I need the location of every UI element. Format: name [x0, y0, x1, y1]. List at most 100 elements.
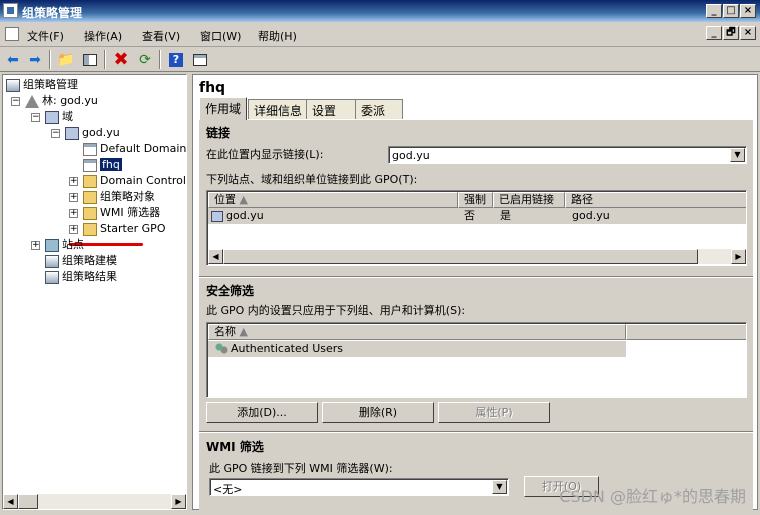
list-item[interactable]: Authenticated Users — [208, 341, 626, 357]
wmi-description: 此 GPO 链接到下列 WMI 筛选器(W): — [209, 462, 393, 475]
tree-forest[interactable]: 林: god.yu — [25, 93, 98, 108]
gpm-icon — [6, 78, 20, 92]
maximize-button[interactable]: □ — [723, 4, 739, 18]
scroll-right-icon[interactable]: ▶ — [731, 249, 746, 264]
delete-icon[interactable]: ✖ — [111, 49, 131, 70]
collapse-toggle[interactable]: − — [11, 97, 20, 106]
tree-domain-controllers[interactable]: Domain Control — [83, 173, 186, 188]
tree-modeling[interactable]: 组策略建模 — [45, 253, 117, 268]
tree-domain[interactable]: god.yu — [65, 125, 120, 140]
tree-gpo-objects-label: 组策略对象 — [100, 190, 155, 203]
sites-icon — [45, 238, 59, 252]
scroll-right-icon[interactable]: ▶ — [171, 494, 186, 509]
tree-default-domain-policy[interactable]: Default Domain — [83, 141, 186, 156]
tree-fhq[interactable]: fhq — [83, 157, 122, 172]
wmi-filter-dropdown[interactable]: <无> ▼ — [209, 478, 509, 496]
row-location-text: god.yu — [226, 209, 264, 222]
security-heading: 安全筛选 — [206, 284, 255, 298]
window-title: 组策略管理 — [22, 6, 83, 20]
close-button[interactable]: × — [740, 4, 756, 18]
expand-toggle[interactable]: + — [69, 209, 78, 218]
menu-view[interactable]: 查看(V) — [142, 28, 180, 44]
col-path[interactable]: 路径 — [565, 192, 746, 208]
collapse-toggle[interactable]: − — [31, 113, 40, 122]
tab-scope[interactable]: 作用域 — [199, 97, 248, 120]
forest-icon — [25, 94, 39, 108]
tree-domains[interactable]: 域 — [45, 109, 73, 124]
show-tree-icon[interactable] — [80, 50, 100, 69]
col-enforced[interactable]: 强制 — [458, 192, 493, 208]
tree-horizontal-scrollbar[interactable]: ◀ ▶ — [3, 494, 186, 509]
collapse-toggle[interactable]: − — [51, 129, 60, 138]
tree-wmi-filters-label: WMI 筛选器 — [100, 206, 161, 219]
results-icon — [45, 270, 59, 284]
scroll-left-icon[interactable]: ◀ — [208, 249, 223, 264]
sort-up-icon: ▲ — [239, 325, 248, 338]
mdi-close-button[interactable]: × — [740, 26, 756, 40]
sort-up-icon: ▲ — [239, 193, 248, 206]
col-location[interactable]: 位置 ▲ — [208, 192, 458, 208]
links-location-value: god.yu — [392, 149, 430, 162]
row-location: god.yu — [211, 208, 264, 224]
col-blank[interactable] — [626, 324, 746, 340]
minimize-button[interactable]: _ — [706, 4, 722, 18]
tree-wmi-filters[interactable]: WMI 筛选器 — [83, 205, 160, 220]
links-list[interactable]: 位置 ▲ 强制 已启用链接 路径 god.yu 否 是 god.yu ◀ ▶ — [206, 190, 747, 266]
tab-settings[interactable]: 设置 — [306, 99, 356, 119]
remove-button[interactable]: 删除(R) — [322, 402, 434, 423]
expand-toggle[interactable]: + — [69, 225, 78, 234]
tree-gpo-objects[interactable]: 组策略对象 — [83, 189, 155, 204]
mdi-restore-button[interactable]: 🗗 — [723, 26, 739, 40]
forward-arrow-icon[interactable]: ➡ — [25, 50, 45, 69]
scroll-thumb[interactable] — [18, 494, 38, 509]
mdi-doc-icon[interactable] — [5, 27, 19, 41]
tree-sites-label: 站点 — [62, 238, 84, 251]
toolbar: ⬅ ➡ 📁 ✖ ⟳ ? — [0, 47, 760, 72]
scroll-left-icon[interactable]: ◀ — [3, 494, 18, 509]
add-button[interactable]: 添加(D)... — [206, 402, 318, 423]
properties-icon[interactable] — [190, 50, 210, 69]
col-link-enabled[interactable]: 已启用链接 — [493, 192, 565, 208]
gpo-link-icon — [83, 142, 97, 156]
back-arrow-icon[interactable]: ⬅ — [3, 50, 23, 69]
window-titlebar: 组策略管理 _ □ × — [0, 0, 760, 22]
wmi-filter-value: <无> — [213, 483, 243, 496]
tree-modeling-label: 组策略建模 — [62, 254, 117, 267]
links-location-dropdown[interactable]: god.yu ▼ — [388, 146, 747, 164]
tab-delegation[interactable]: 委派 — [355, 99, 403, 119]
domain-icon — [211, 210, 223, 222]
col-name[interactable]: 名称 ▲ — [208, 324, 626, 340]
tree-root[interactable]: 组策略管理 — [6, 77, 78, 92]
tree-forest-label: 林: god.yu — [42, 94, 98, 107]
refresh-icon[interactable]: ⟳ — [135, 50, 155, 69]
ou-folder-icon — [83, 174, 97, 188]
table-row[interactable]: god.yu 否 是 god.yu — [208, 208, 746, 224]
menu-help[interactable]: 帮助(H) — [258, 28, 297, 44]
menu-file[interactable]: 文件(F) — [27, 28, 64, 44]
help-icon[interactable]: ? — [166, 50, 186, 69]
security-list[interactable]: 名称 ▲ Authenticated Users — [206, 322, 747, 398]
up-folder-icon[interactable]: 📁 — [56, 50, 76, 69]
wmi-folder-icon — [83, 206, 97, 220]
links-heading: 链接 — [206, 126, 231, 140]
tree-starter-gpo[interactable]: Starter GPO — [83, 221, 165, 236]
tree-results[interactable]: 组策略结果 — [45, 269, 117, 284]
watermark: CSDN @脸红ゅ*的思春期 — [559, 487, 746, 506]
mdi-minimize-button[interactable]: _ — [706, 26, 722, 40]
scroll-thumb[interactable] — [223, 249, 698, 264]
menu-action[interactable]: 操作(A) — [84, 28, 122, 44]
scope-tab-panel: 链接 在此位置内显示链接(L): god.yu ▼ 下列站点、域和组织单位链接到… — [199, 119, 753, 511]
expand-toggle[interactable]: + — [31, 241, 40, 250]
menu-window[interactable]: 窗口(W) — [200, 28, 241, 44]
app-icon — [3, 3, 18, 18]
tree-sites[interactable]: 站点 — [45, 237, 84, 252]
tree-domain-label: god.yu — [82, 126, 120, 139]
properties-button[interactable]: 属性(P) — [438, 402, 550, 423]
tab-details[interactable]: 详细信息 — [248, 99, 309, 119]
expand-toggle[interactable]: + — [69, 193, 78, 202]
console-tree[interactable]: 组策略管理 − 林: god.yu − 域 − god.yu Default D… — [2, 74, 187, 510]
links-horizontal-scrollbar[interactable]: ◀ ▶ — [208, 249, 746, 264]
expand-toggle[interactable]: + — [69, 177, 78, 186]
chevron-down-icon[interactable]: ▼ — [492, 480, 507, 494]
chevron-down-icon[interactable]: ▼ — [730, 148, 745, 162]
